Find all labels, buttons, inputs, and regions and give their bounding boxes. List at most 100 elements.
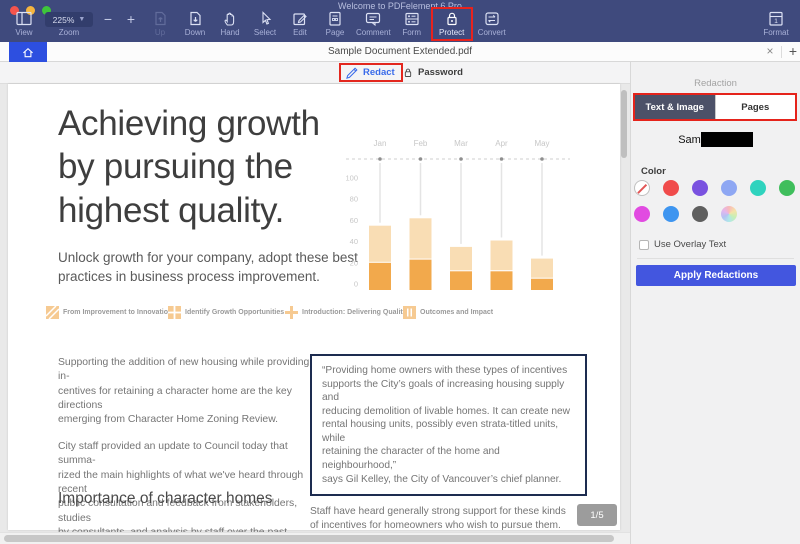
page-down-button[interactable]: Down: [179, 9, 211, 38]
feature-item: Outcomes and Impact: [403, 306, 493, 319]
document-tab-title[interactable]: Sample Document Extended.pdf: [0, 42, 800, 62]
page-up-label: Up: [155, 28, 165, 37]
page-indicator-badge: 1/5: [577, 504, 617, 526]
hand-icon: [221, 10, 239, 27]
grid-icon: [168, 306, 181, 319]
document-headline: Achieving growth by pursuing the highest…: [58, 102, 320, 232]
swatch-green[interactable]: [779, 180, 795, 196]
stripes-icon: [46, 306, 59, 319]
format-button[interactable]: 1 Format: [760, 9, 792, 38]
swatch-red[interactable]: [663, 180, 679, 196]
feature-label: From Improvement to Innovation: [63, 309, 172, 316]
apply-redactions-button[interactable]: Apply Redactions: [636, 265, 796, 286]
hand-tool-button[interactable]: Hand: [214, 9, 246, 38]
color-swatch-row: [634, 180, 795, 196]
select-cursor-icon: [256, 10, 274, 27]
redact-button[interactable]: Redact: [363, 67, 395, 78]
convert-label: Convert: [478, 28, 506, 37]
panel-title: Redaction: [631, 78, 800, 89]
page-down-icon: [186, 10, 204, 27]
svg-text:May: May: [534, 139, 549, 148]
pdf-page: Achieving growth by pursuing the highest…: [8, 84, 620, 530]
protect-highlight-box: Protect: [431, 7, 473, 41]
format-icon: 1: [767, 10, 785, 27]
svg-text:Mar: Mar: [454, 139, 468, 148]
left-text-column: Supporting the addition of new housing w…: [58, 356, 320, 544]
swatch-gray[interactable]: [692, 206, 708, 222]
tab-bar: Sample Document Extended.pdf × +: [0, 42, 800, 62]
tab-pages[interactable]: Pages: [715, 95, 796, 119]
svg-text:Jan: Jan: [374, 139, 387, 148]
view-label: View: [15, 28, 32, 37]
svg-text:0: 0: [354, 280, 358, 289]
redact-highlight-box: Redact: [339, 63, 403, 82]
section-heading: Importance of character homes: [58, 490, 273, 508]
swatch-none[interactable]: [634, 180, 650, 196]
zoom-in-button[interactable]: +: [121, 11, 141, 28]
form-icon: [403, 10, 421, 27]
redaction-region-box[interactable]: “Providing home owners with these types …: [310, 354, 587, 496]
swatch-teal[interactable]: [750, 180, 766, 196]
svg-text:60: 60: [350, 216, 358, 225]
swatch-periwinkle[interactable]: [721, 180, 737, 196]
right-text-column: “Providing home owners with these types …: [310, 354, 587, 544]
tab-close-button[interactable]: ×: [762, 42, 778, 62]
use-overlay-text-checkbox[interactable]: [639, 240, 649, 250]
comment-button[interactable]: Comment: [354, 9, 393, 38]
select-label: Select: [254, 28, 276, 37]
swatch-magenta[interactable]: [634, 206, 650, 222]
svg-text:Feb: Feb: [414, 139, 428, 148]
tabbar-divider: [781, 46, 782, 58]
zoom-out-button[interactable]: −: [98, 11, 118, 28]
vertical-scrollbar[interactable]: [621, 90, 627, 158]
swatch-blue[interactable]: [663, 206, 679, 222]
edit-button[interactable]: Edit: [284, 9, 316, 38]
bar-chart: Jan Feb Mar Apr May 0 20 40 60 80 100: [338, 132, 616, 304]
feature-item: Identify Growth Opportunities: [168, 306, 284, 319]
overlay-text-option: Use Overlay Text: [639, 239, 726, 250]
zoom-dropdown[interactable]: 225% ▼: [45, 12, 93, 27]
edit-label: Edit: [293, 28, 307, 37]
redacted-text-block: [701, 132, 753, 147]
comment-icon: [363, 10, 383, 27]
page-label: Page: [326, 28, 345, 37]
redaction-sample: Sam: [631, 132, 800, 147]
document-area: Redact Password Achieving growth by purs…: [0, 62, 630, 544]
new-tab-button[interactable]: +: [786, 42, 800, 62]
page-up-button: Up: [144, 9, 176, 38]
protect-lock-icon: [443, 10, 461, 27]
protect-button[interactable]: Protect: [436, 9, 468, 38]
swatch-purple[interactable]: [692, 180, 708, 196]
feature-label: Introduction: Delivering Quality: [302, 309, 407, 316]
page-down-label: Down: [185, 28, 205, 37]
panel-divider: [637, 258, 794, 259]
zoom-control: 225% ▼ Zoom: [43, 9, 95, 38]
svg-text:100: 100: [345, 174, 358, 183]
page-icon: [326, 10, 344, 27]
svg-text:40: 40: [350, 237, 358, 246]
view-button[interactable]: View: [8, 9, 40, 38]
convert-icon: [483, 10, 501, 27]
horizontal-scrollbar[interactable]: [4, 535, 614, 542]
protect-subtoolbar: Redact Password: [0, 62, 630, 84]
svg-text:Apr: Apr: [495, 139, 508, 148]
svg-text:20: 20: [350, 258, 358, 267]
password-button[interactable]: Password: [402, 64, 463, 81]
svg-text:80: 80: [350, 195, 358, 204]
plus-icon: [285, 306, 298, 319]
page-button[interactable]: Page: [319, 9, 351, 38]
password-lock-icon: [402, 66, 414, 79]
paragraph: Supporting the addition of new housing w…: [58, 356, 320, 428]
main-area: Redact Password Achieving growth by purs…: [0, 62, 800, 544]
hand-label: Hand: [220, 28, 239, 37]
feature-label: Identify Growth Opportunities: [185, 309, 284, 316]
window-header: Welcome to PDFelement 6 Pro View 225% ▼ …: [0, 0, 800, 42]
tab-text-and-image[interactable]: Text & Image: [635, 95, 715, 119]
comment-label: Comment: [356, 28, 391, 37]
form-button[interactable]: Form: [396, 9, 428, 38]
page-up-icon: [151, 10, 169, 27]
feature-item: From Improvement to Innovation: [46, 306, 172, 319]
convert-button[interactable]: Convert: [476, 9, 508, 38]
select-tool-button[interactable]: Select: [249, 9, 281, 38]
swatch-custom-color[interactable]: [721, 206, 737, 222]
